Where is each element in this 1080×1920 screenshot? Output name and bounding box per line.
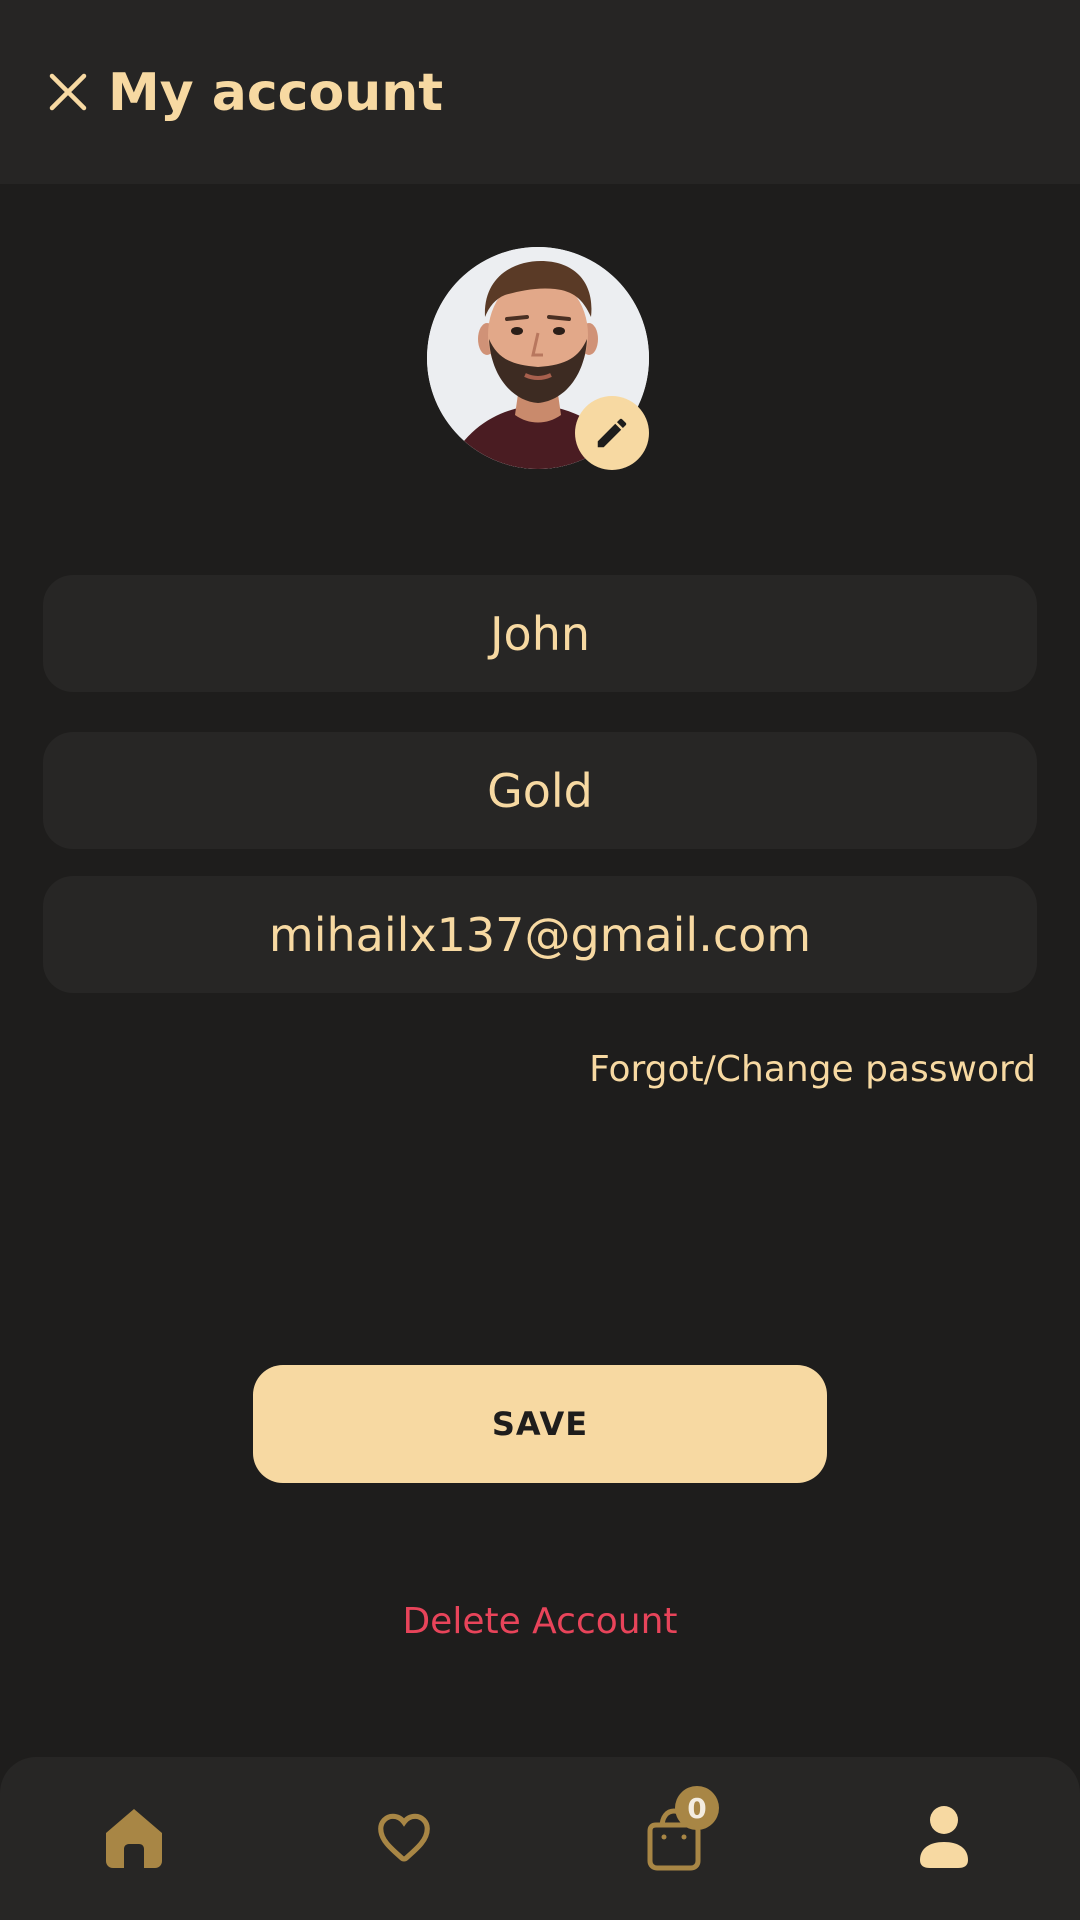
bottom-navigation	[0, 1757, 1080, 1920]
nav-account[interactable]	[904, 1797, 984, 1877]
first-name-field[interactable]: John	[43, 575, 1037, 692]
nav-favorites[interactable]	[364, 1797, 444, 1877]
delete-account-link[interactable]: Delete Account	[0, 1598, 1080, 1646]
save-button[interactable]: SAVE	[253, 1365, 827, 1483]
pencil-icon	[597, 418, 627, 448]
edit-avatar-button[interactable]	[575, 396, 649, 470]
app-header: My account	[0, 0, 1080, 184]
nav-home[interactable]	[94, 1797, 174, 1877]
page-title: My account	[108, 63, 444, 123]
user-icon	[920, 1806, 968, 1868]
forgot-password-link[interactable]: Forgot/Change password	[589, 1048, 1036, 1092]
home-icon	[106, 1809, 162, 1868]
email-field[interactable]: mihailx137@gmail.com	[43, 876, 1037, 993]
last-name-field[interactable]: Gold	[43, 732, 1037, 849]
cart-count-badge: 0	[675, 1786, 719, 1830]
close-button[interactable]	[44, 68, 92, 116]
close-icon	[49, 73, 87, 111]
heart-icon	[378, 1813, 430, 1862]
profile-avatar-section	[427, 247, 649, 470]
